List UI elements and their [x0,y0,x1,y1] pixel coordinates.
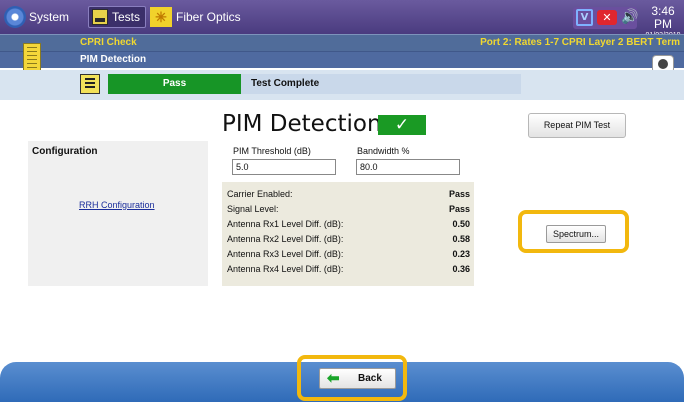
system-menu[interactable]: System [4,6,69,28]
result-badge: Pass [108,74,241,94]
back-arrow-icon: ⬅ [327,370,340,387]
result-label: Signal Level: [227,204,279,214]
result-value: Pass [448,204,470,214]
result-value: 0.58 [452,234,470,244]
page-title: PIM Detection [80,54,147,65]
tests-menu[interactable]: Tests [88,6,147,28]
result-row: Antenna Rx1 Level Diff. (dB): 0.50 [227,219,470,234]
pim-threshold-field[interactable]: 5.0 [232,159,336,175]
report-icon[interactable] [80,74,100,94]
result-row: Antenna Rx4 Level Diff. (dB): 0.36 [227,264,470,279]
checkmark-icon: ✓ [378,115,426,135]
result-value: 0.23 [452,249,470,259]
test-menu-icon[interactable] [23,43,41,73]
fiber-optics-label: Fiber Optics [176,10,241,24]
result-label: Antenna Rx1 Level Diff. (dB): [227,219,344,229]
back-button[interactable]: ⬅ Back [319,368,396,389]
result-row: Signal Level: Pass [227,204,470,219]
port-info: Port 2: Rates 1-7 CPRI Layer 2 BERT Term [480,37,680,48]
result-row: Antenna Rx3 Level Diff. (dB): 0.23 [227,249,470,264]
fiber-optics-menu[interactable]: ✳ Fiber Optics [150,6,241,28]
speaker-icon[interactable]: 🔊 [621,9,638,27]
result-value: 0.50 [452,219,470,229]
spectrum-button[interactable]: Spectrum... [546,225,606,243]
clock-time: 3:46 PM [651,4,675,31]
section-title: CPRI Check [80,37,137,48]
configuration-title: Configuration [32,146,98,157]
tests-label: Tests [112,10,141,24]
status-message: Test Complete [241,74,521,94]
bandwidth-label: Bandwidth % [357,146,410,156]
result-label: Antenna Rx3 Level Diff. (dB): [227,249,344,259]
fiber-optics-icon: ✳ [150,7,172,27]
main-title: PIM Detection: [222,111,390,137]
result-label: Antenna Rx4 Level Diff. (dB): [227,264,344,274]
result-row: Carrier Enabled: Pass [227,189,470,204]
result-label: Antenna Rx2 Level Diff. (dB): [227,234,344,244]
rrh-configuration-link[interactable]: RRH Configuration [79,200,155,210]
back-label: Back [358,373,382,384]
result-value: Pass [448,189,470,199]
gear-icon [4,6,26,28]
configuration-panel [28,141,208,286]
vnc-icon[interactable]: V [576,9,593,26]
result-value: 0.36 [452,264,470,274]
result-row: Antenna Rx2 Level Diff. (dB): 0.58 [227,234,470,249]
bert-icon [92,9,108,25]
system-label: System [29,10,70,24]
pim-threshold-label: PIM Threshold (dB) [233,146,311,156]
error-icon[interactable]: ✕ [597,10,617,25]
bandwidth-field[interactable]: 80.0 [356,159,460,175]
repeat-pim-test-button[interactable]: Repeat PIM Test [528,113,626,138]
result-label: Carrier Enabled: [227,189,293,199]
